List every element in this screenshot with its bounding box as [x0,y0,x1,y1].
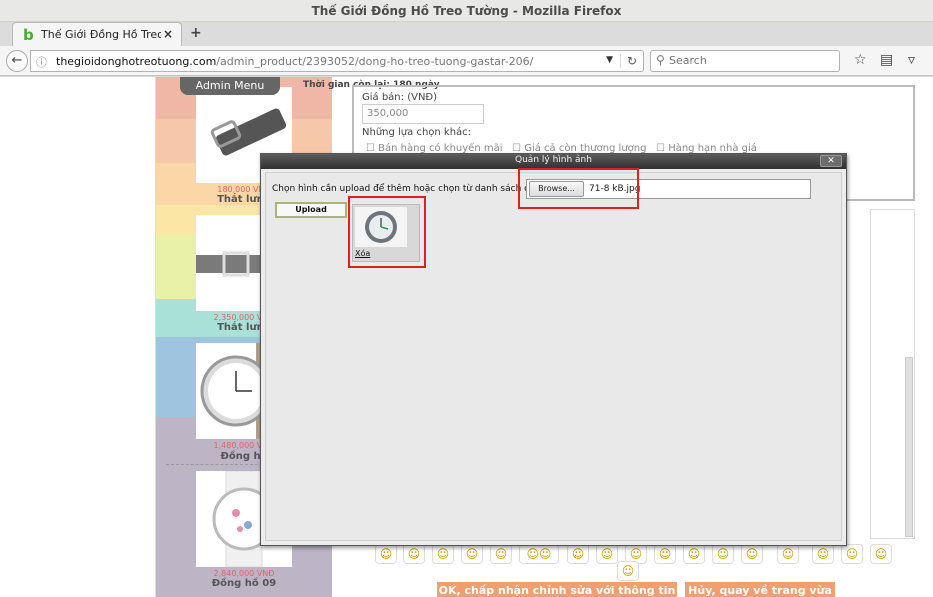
editor-scrollbar[interactable] [905,357,913,537]
reload-icon[interactable]: ↻ [619,54,637,68]
smiley-icon[interactable]: ☺ [432,544,454,564]
smiley-icon[interactable]: ☺ [617,561,639,581]
search-icon: ⚲ [656,53,665,67]
price-label: Giá bán: (VNĐ) [362,92,438,103]
smiley-icon[interactable]: ☺ [490,544,512,564]
smiley-icon[interactable]: ☺☺ [519,544,559,564]
smiley-icon[interactable]: ☺ [461,544,483,564]
smiley-icon[interactable]: ☺ [403,544,425,564]
upload-button[interactable]: Upload [275,202,347,218]
dialog-titlebar[interactable]: Quản lý hình ảnh ✕ [261,154,846,169]
url-bar[interactable]: ⓘ thegioidonghotreotuong.com/admin_produ… [30,50,644,72]
back-button[interactable]: ← [6,50,28,72]
url-text: thegioidonghotreotuong.com/admin_product… [56,55,534,68]
product-name[interactable]: Đồng hồ 09 [156,578,332,589]
browser-tab[interactable]: b Thế Giới Đồng Hồ Treo T... × [12,22,182,46]
smiley-icon[interactable]: ☺ [596,544,618,564]
tab-close-icon[interactable]: × [163,27,173,41]
smiley-icon[interactable]: ☺ [812,544,834,564]
window-titlebar: Thế Giới Đồng Hồ Treo Tường - Mozilla Fi… [0,0,933,22]
smiley-icon[interactable]: ☺ [654,544,676,564]
smiley-icon[interactable]: ☺ [712,544,734,564]
dialog-title: Quản lý hình ảnh [515,155,592,165]
dialog-close-button[interactable]: ✕ [820,155,842,167]
smiley-icon[interactable]: ☺ [870,544,892,564]
smiley-icon[interactable]: ☺ [841,544,863,564]
product-price: 2,840,000 VNĐ [213,569,275,578]
smiley-icon[interactable]: ☺ [375,544,397,564]
admin-menu-tab[interactable]: Admin Menu [180,77,280,95]
smiley-icon[interactable]: ☺ [777,544,799,564]
url-history-dropdown-icon[interactable]: ▼ [606,55,613,65]
navigation-toolbar: ← ⓘ thegioidonghotreotuong.com/admin_pro… [0,46,933,76]
bookmark-star-icon[interactable]: ☆ [854,52,867,68]
cancel-edit-button[interactable]: Hủy, quay về trang vừa rồi [685,582,835,597]
pocket-icon[interactable]: ▿ [908,52,915,68]
file-input-highlight [518,168,639,209]
confirm-edit-button[interactable]: OK, chấp nhận chỉnh sửa với thông tin tr… [437,582,677,597]
search-input[interactable] [669,54,834,67]
upload-instruction: Chọn hình cần upload để thêm hoặc chọn t… [272,184,554,194]
new-tab-icon[interactable]: + [190,25,202,41]
smiley-icon[interactable]: ☺ [567,544,589,564]
search-box[interactable]: ⚲ [650,50,840,72]
globe-icon: ⓘ [36,56,47,69]
price-input[interactable]: 350,000 [362,104,484,124]
site-favicon-icon: b [23,26,34,44]
window-title: Thế Giới Đồng Hồ Treo Tường - Mozilla Fi… [311,4,622,18]
tab-label: Thế Giới Đồng Hồ Treo T... [41,28,161,41]
tab-strip: b Thế Giới Đồng Hồ Treo T... × + [0,22,933,46]
thumbnail-highlight [348,196,426,268]
reading-list-icon[interactable]: ▤ [880,52,893,68]
options-label: Những lựa chọn khác: [362,127,472,138]
smiley-icon[interactable]: ☺ [683,544,705,564]
smiley-icon[interactable]: ☺ [741,544,763,564]
